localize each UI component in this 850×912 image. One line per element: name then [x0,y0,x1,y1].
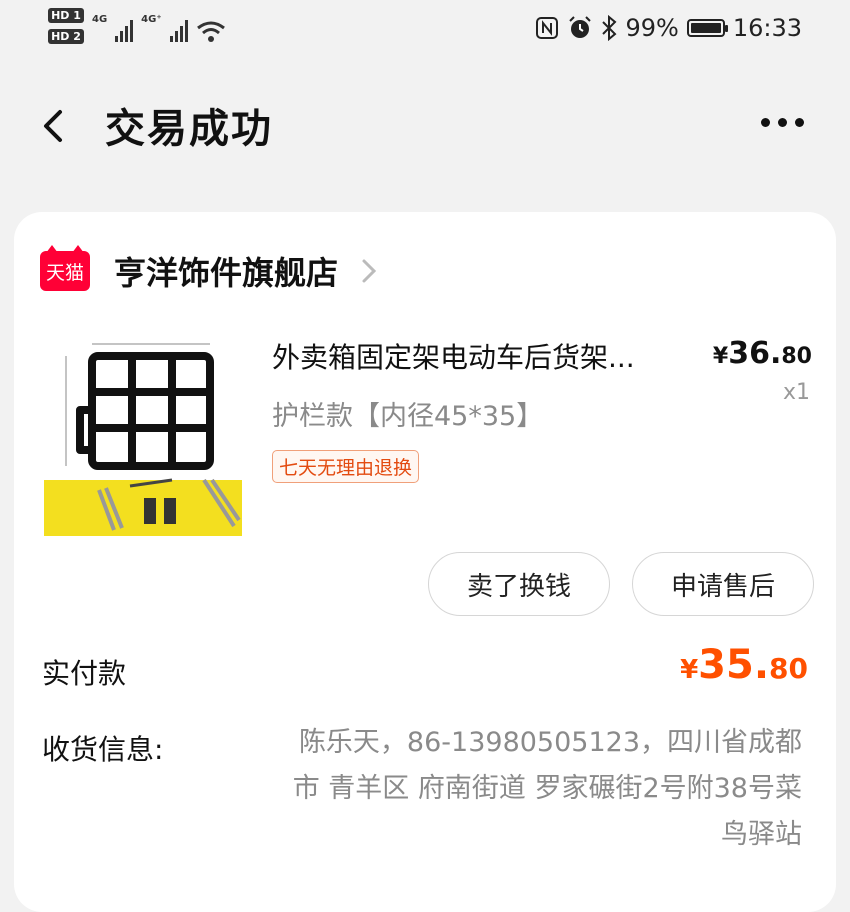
status-bar-right: 99% 16:33 [535,14,802,42]
sell-button[interactable]: 卖了换钱 [428,552,610,616]
product-thumbnail[interactable] [44,330,242,536]
store-name: 亨洋饰件旗舰店 [114,254,339,292]
hd2-badge: HD 2 [48,29,84,44]
shipping-address: 陈乐天，86-13980505123，四川省成都市 青羊区 府南街道 罗家碾街2… [292,727,802,850]
battery-percent: 99% [625,14,679,42]
chevron-right-icon [362,259,377,283]
network-type-2: 4G⁺ [141,14,162,25]
back-arrow-icon[interactable] [38,106,70,146]
bluetooth-icon [602,15,617,41]
tmall-badge: 天猫 [40,245,90,291]
wifi-icon [196,21,225,42]
clock: 16:33 [732,14,802,42]
shipping-label: 收货信息: [42,733,164,766]
product-spec: 护栏款【内径45*35】 [272,401,544,432]
battery-level-fill [690,23,721,33]
more-options-icon[interactable] [761,110,804,135]
signal-icon [115,18,134,42]
signal-icon [169,18,188,42]
battery-icon [686,19,728,37]
store-link[interactable]: 天猫 亨洋饰件旗舰店 [40,245,382,294]
alarm-icon [569,16,592,38]
return-policy-badge: 七天无理由退换 [272,450,420,483]
page-header: 交易成功 [0,90,850,162]
status-bar-left: HD 1 HD 2 4G 4G⁺ [48,8,226,44]
page-title: 交易成功 [105,106,273,152]
network-type-1: 4G [92,14,108,25]
nfc-icon [536,17,559,39]
hd1-badge: HD 1 [48,8,84,23]
paid-amount: ¥35.80 [680,642,808,688]
after-sales-button[interactable]: 申请售后 [632,552,814,616]
order-card: 天猫 亨洋饰件旗舰店 外卖箱固定架电动车后货架... ¥36.80 x1 护栏款… [14,212,836,912]
status-bar: HD 1 HD 2 4G 4G⁺ 99% 16:33 [0,0,850,60]
paid-label: 实付款 [42,657,127,690]
product-name[interactable]: 外卖箱固定架电动车后货架... [272,336,692,376]
product-quantity: x1 [782,380,810,405]
product-price: ¥36.80 [712,336,812,371]
